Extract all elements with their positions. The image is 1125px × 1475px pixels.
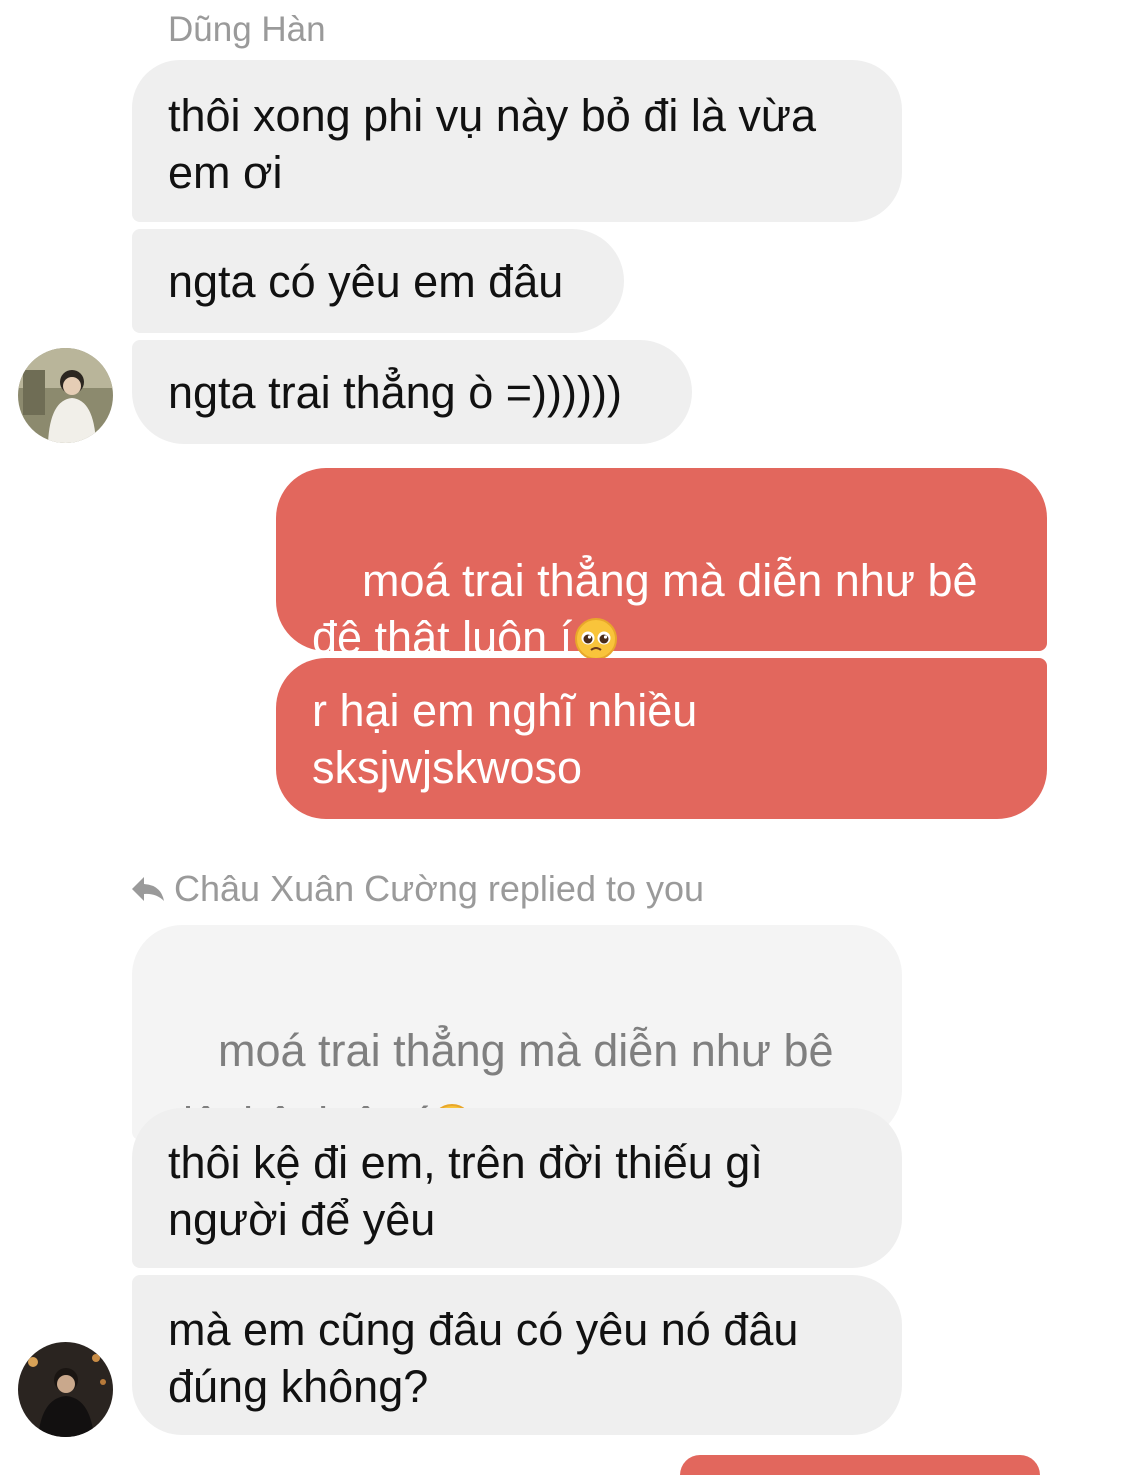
outgoing-message[interactable]: moá trai thẳng mà diễn như bê đê thật lu… <box>276 468 1047 663</box>
outgoing-message[interactable]: r hại em nghĩ nhiều sksjwjskwoso <box>276 658 1047 819</box>
reply-header-text: Châu Xuân Cường replied to you <box>174 868 705 909</box>
incoming-message[interactable]: ngta có yêu em đâu <box>132 229 624 333</box>
incoming-message[interactable]: thôi xong phi vụ này bỏ đi là vừa em ơi <box>132 60 902 222</box>
avatar[interactable] <box>18 1342 113 1437</box>
pleading-face-icon <box>574 617 618 661</box>
incoming-message[interactable]: thôi kệ đi em, trên đời thiếu gì người đ… <box>132 1108 902 1268</box>
incoming-message[interactable]: mà em cũng đâu có yêu nó đâu đúng không? <box>132 1275 902 1435</box>
incoming-message[interactable]: ngta trai thẳng ò =)))))) <box>132 340 692 444</box>
reply-header: Châu Xuân Cường replied to you <box>130 868 704 910</box>
sender-name: Dũng Hàn <box>168 10 326 49</box>
avatar-photo-icon <box>18 1342 113 1437</box>
outgoing-message-partial <box>680 1455 1040 1475</box>
avatar[interactable] <box>18 348 113 443</box>
message-text: moá trai thẳng mà diễn như bê đê thật lu… <box>312 555 978 663</box>
avatar-photo-icon <box>18 348 113 443</box>
reply-arrow-icon <box>132 877 164 901</box>
